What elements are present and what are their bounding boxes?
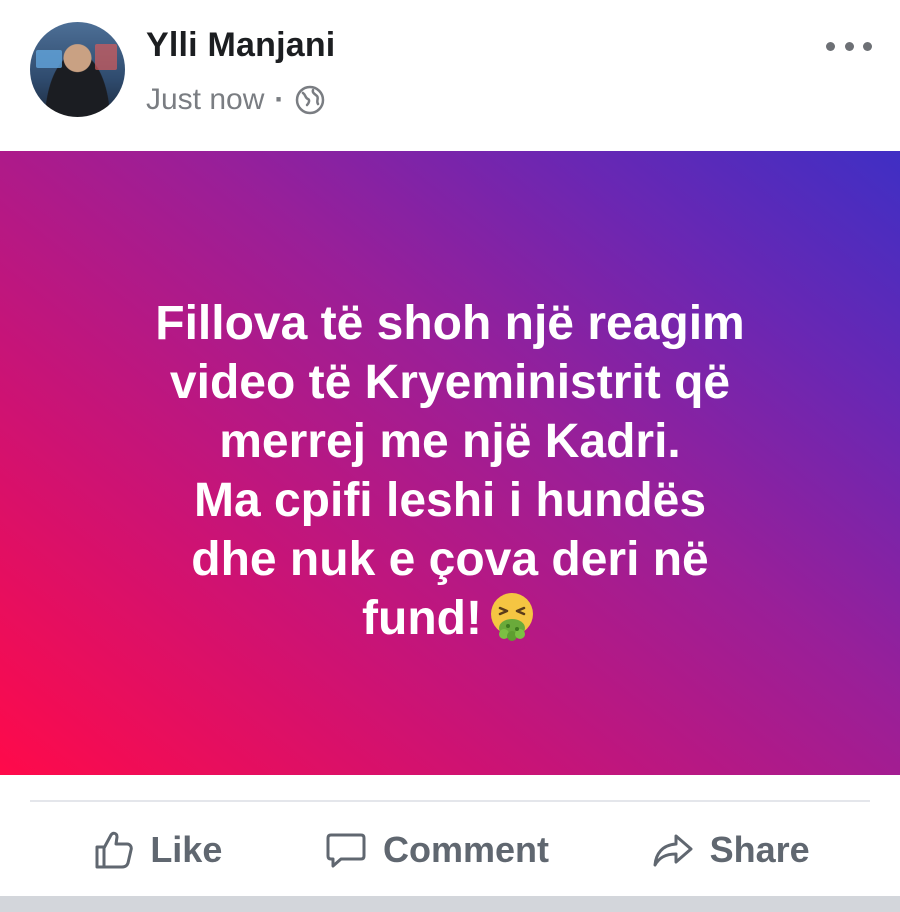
avatar-background-screen-2 xyxy=(95,44,117,70)
avatar-background-screen xyxy=(36,50,62,68)
comment-bubble-icon xyxy=(326,833,366,868)
thumbs-up-icon xyxy=(95,831,134,869)
post-text-line: Ma cpifi leshi i hundës xyxy=(193,474,707,527)
share-arrow-icon xyxy=(653,834,693,867)
share-label: Share xyxy=(709,829,810,870)
comment-label: Comment xyxy=(382,829,549,870)
post-text-last-line: fund! xyxy=(40,589,860,648)
post-text: Fillova të shoh një reagim video të Krye… xyxy=(40,294,860,648)
post-text-line: dhe nuk e çova deri në xyxy=(191,533,709,586)
like-button[interactable]: Like xyxy=(90,827,222,873)
author-name[interactable]: Ylli Manjani xyxy=(146,26,335,65)
more-dot xyxy=(844,41,854,51)
more-horizontal-icon[interactable] xyxy=(826,34,872,58)
post-timestamp[interactable]: Just now xyxy=(146,83,264,117)
post-actions-bar: Like Comment Share xyxy=(0,810,900,890)
actions-divider xyxy=(30,800,870,802)
like-label: Like xyxy=(150,829,223,870)
post-header: Ylli Manjani Just now · xyxy=(0,0,900,150)
post-text-line: merrej me një Kadri. xyxy=(219,415,681,468)
post-text-line: fund! xyxy=(362,592,482,645)
more-dot xyxy=(863,41,872,51)
post-text-line: Fillova të shoh një reagim xyxy=(155,297,745,350)
post-meta: Just now · xyxy=(146,80,326,120)
feed-separator-bar xyxy=(0,896,900,912)
post-text-line: video të Kryeministrit që xyxy=(169,356,731,409)
more-dot xyxy=(826,41,835,51)
comment-button[interactable]: Comment xyxy=(323,827,549,873)
globe-icon[interactable] xyxy=(294,84,326,116)
author-avatar[interactable] xyxy=(30,22,125,117)
share-button[interactable]: Share xyxy=(650,827,810,873)
post-background-banner: Fillova të shoh një reagim video të Krye… xyxy=(0,151,900,775)
vomiting-face-emoji-icon xyxy=(490,593,533,641)
meta-separator: · xyxy=(274,83,285,116)
